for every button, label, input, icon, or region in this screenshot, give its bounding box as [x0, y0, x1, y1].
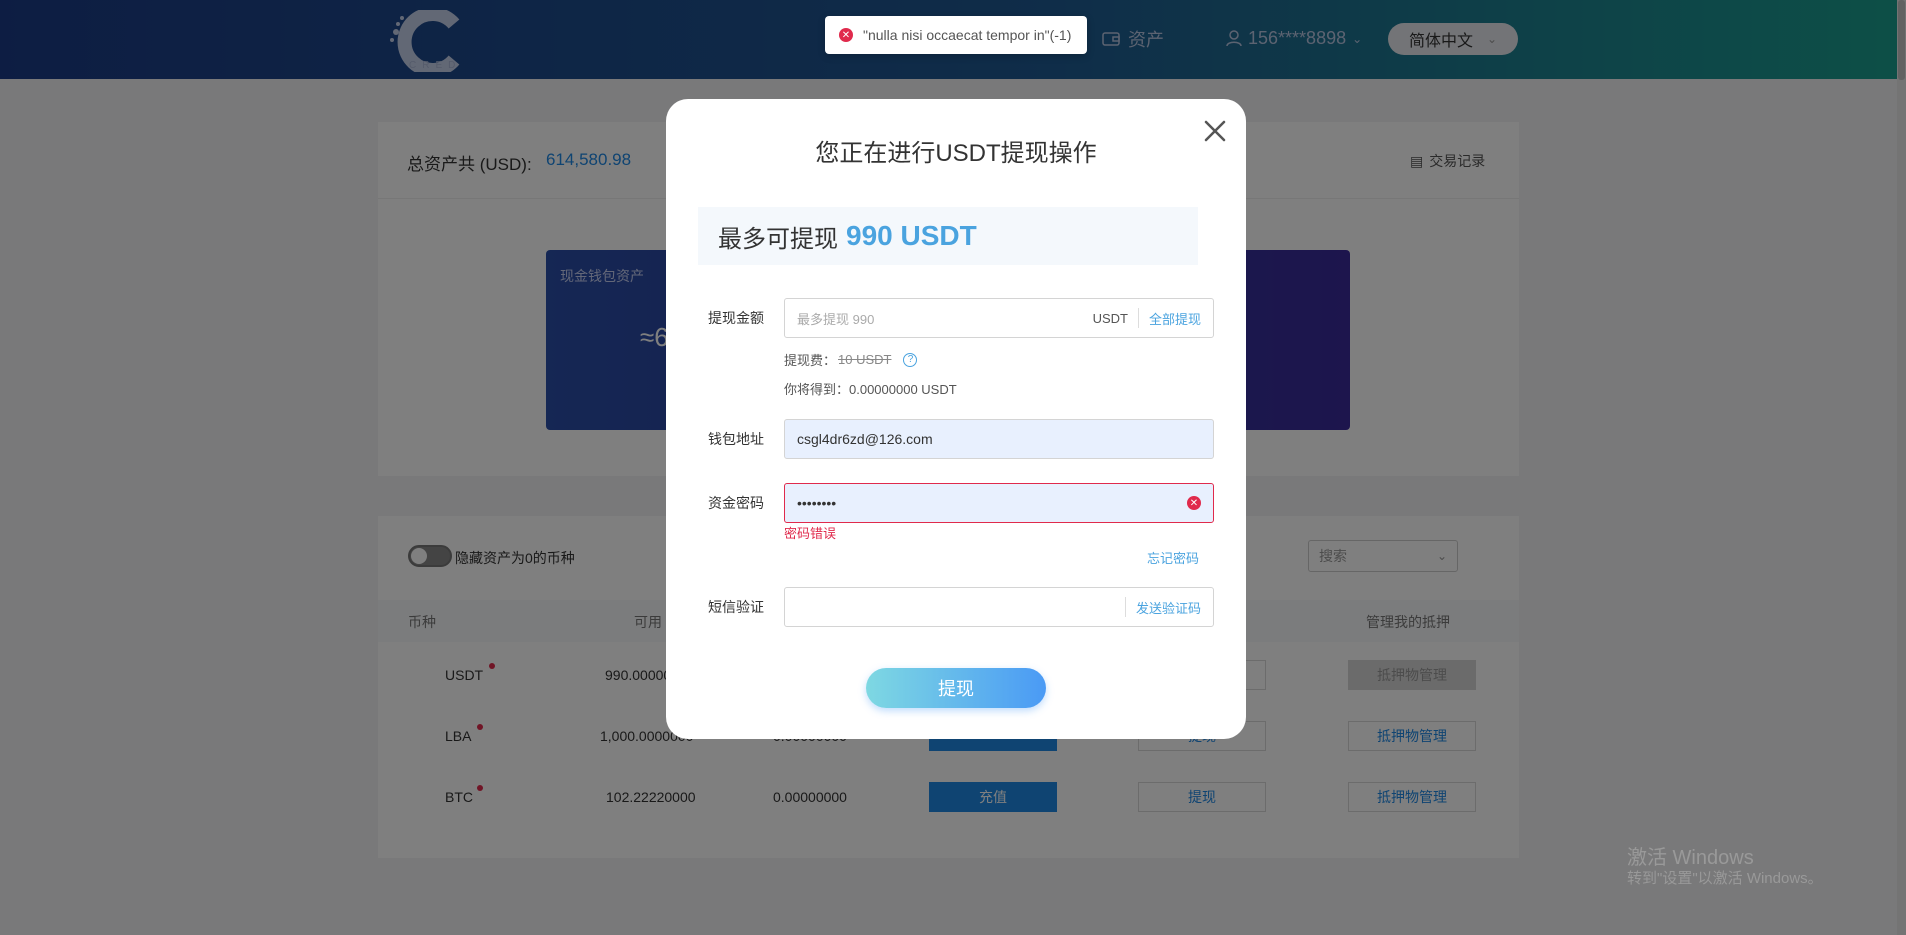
windows-activation-subtitle: 转到"设置"以激活 Windows。	[1627, 870, 1823, 887]
fund-password-input[interactable]: •••••••• ✕	[784, 483, 1214, 523]
windows-activation-title: 激活 Windows	[1627, 847, 1754, 869]
send-code-button[interactable]: 发送验证码	[1136, 598, 1201, 617]
wallet-address-input[interactable]: csgl4dr6zd@126.com	[784, 419, 1214, 459]
fee-label: 提现费：	[784, 353, 837, 368]
amount-input[interactable]: 最多提现 990 USDT 全部提现	[784, 298, 1214, 338]
fee-value: 10 USDT	[838, 352, 892, 367]
max-withdraw-label: 最多可提现	[718, 225, 838, 253]
max-withdraw-band: 最多可提现 990 USDT	[698, 207, 1198, 265]
close-icon[interactable]	[1200, 116, 1230, 146]
help-icon[interactable]: ?	[903, 352, 918, 367]
fund-password-label: 资金密码	[708, 495, 764, 511]
clear-icon[interactable]: ✕	[1187, 496, 1201, 510]
wallet-address-value: csgl4dr6zd@126.com	[797, 431, 933, 447]
divider	[1137, 308, 1139, 328]
toast-message: "nulla nisi occaecat tempor in"(-1)	[863, 27, 1072, 43]
max-withdraw-value: 990 USDT	[846, 220, 977, 251]
amount-placeholder: 最多提现 990	[797, 311, 875, 327]
modal-title: 您正在进行USDT提现操作	[815, 140, 1097, 167]
submit-withdraw-button[interactable]: 提现	[866, 668, 1046, 708]
sms-label: 短信验证	[708, 599, 764, 615]
forgot-password-link[interactable]: 忘记密码	[1147, 548, 1199, 567]
error-toast: ✕ "nulla nisi occaecat tempor in"(-1)	[825, 16, 1087, 54]
fee-line: 提现费： 10 USDT ?	[784, 350, 918, 369]
receive-amount: 你将得到：0.00000000 USDT	[784, 382, 957, 397]
amount-label: 提现金额	[708, 310, 764, 326]
withdraw-modal: 您正在进行USDT提现操作 最多可提现 990 USDT 提现金额 最多提现 9…	[666, 99, 1246, 739]
divider	[1124, 597, 1126, 617]
wallet-address-label: 钱包地址	[708, 431, 764, 447]
error-icon: ✕	[839, 28, 853, 42]
password-error: 密码错误	[784, 526, 837, 541]
withdraw-all-button[interactable]: 全部提现	[1149, 309, 1201, 328]
amount-unit: USDT	[1092, 310, 1128, 326]
sms-code-input[interactable]: 发送验证码	[784, 587, 1214, 627]
fund-password-value: ••••••••	[797, 495, 837, 511]
